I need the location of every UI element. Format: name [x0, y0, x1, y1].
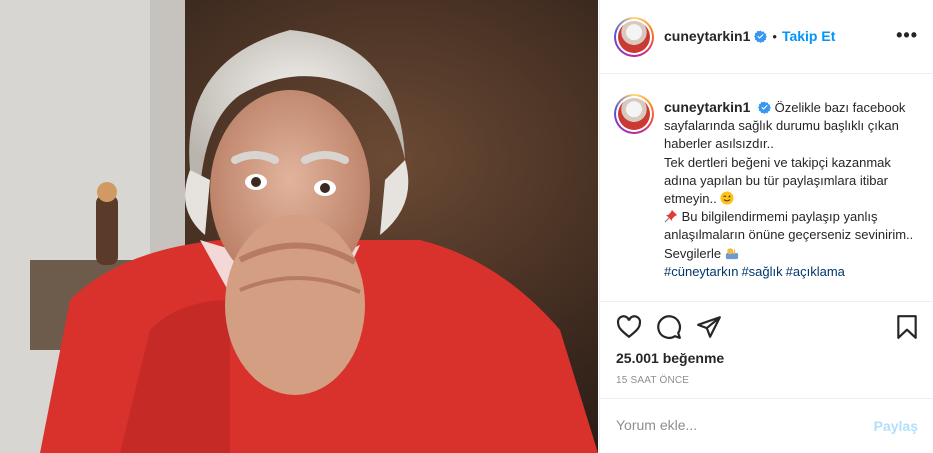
hashtag-list: #cüneytarkın #sağlık #açıklama — [664, 263, 926, 281]
wink-emoji-icon — [720, 191, 734, 205]
caption-line-2: Tek dertleri beğeni ve takipçi kazanmak … — [664, 154, 891, 207]
post-comment-button[interactable]: Paylaş — [874, 418, 918, 434]
pushpin-emoji-icon — [664, 210, 678, 223]
post-side-panel: cuneytarkin1 • Takip Et ••• cuneytarkin1… — [599, 0, 933, 453]
caption-text: cuneytarkin1 Özelikle bazı facebook sayf… — [664, 98, 926, 281]
action-bar — [600, 314, 933, 346]
hashtag-link[interactable]: #açıklama — [786, 264, 845, 279]
post-timestamp[interactable]: 15 SAAT ÖNCE — [616, 375, 689, 386]
like-count[interactable]: 25.001 beğenme — [616, 350, 724, 366]
author-row: cuneytarkin1 • Takip Et — [664, 28, 835, 44]
verified-badge-icon — [754, 30, 768, 43]
caption-verified-badge-icon — [758, 101, 771, 114]
caption-author-avatar[interactable] — [614, 94, 654, 134]
caption-section: cuneytarkin1 Özelikle bazı facebook sayf… — [600, 74, 933, 302]
author-avatar[interactable] — [614, 17, 654, 57]
comment-input[interactable] — [616, 417, 856, 433]
hashtag-link[interactable]: #cüneytarkın — [664, 264, 738, 279]
caption-username[interactable]: cuneytarkin1 — [664, 99, 750, 115]
caption-line-3: Bu bilgilendirmemi paylaşıp yanlış anlaş… — [664, 209, 914, 243]
more-options-icon[interactable]: ••• — [896, 26, 918, 44]
waving-hand-emoji-icon — [725, 247, 738, 259]
hashtag-link[interactable]: #sağlık — [741, 264, 782, 279]
post-header: cuneytarkin1 • Takip Et ••• — [600, 0, 933, 74]
caption-line-4: Sevgilerle — [664, 245, 722, 261]
like-heart-icon[interactable] — [616, 314, 642, 340]
separator-dot: • — [772, 28, 777, 44]
author-username[interactable]: cuneytarkin1 — [664, 28, 750, 44]
share-paper-plane-icon[interactable] — [696, 314, 722, 340]
follow-button[interactable]: Takip Et — [782, 28, 835, 44]
comment-icon[interactable] — [656, 314, 682, 340]
comment-bar: Paylaş — [600, 398, 933, 453]
save-bookmark-icon[interactable] — [894, 314, 920, 340]
post-photo[interactable] — [0, 0, 598, 453]
